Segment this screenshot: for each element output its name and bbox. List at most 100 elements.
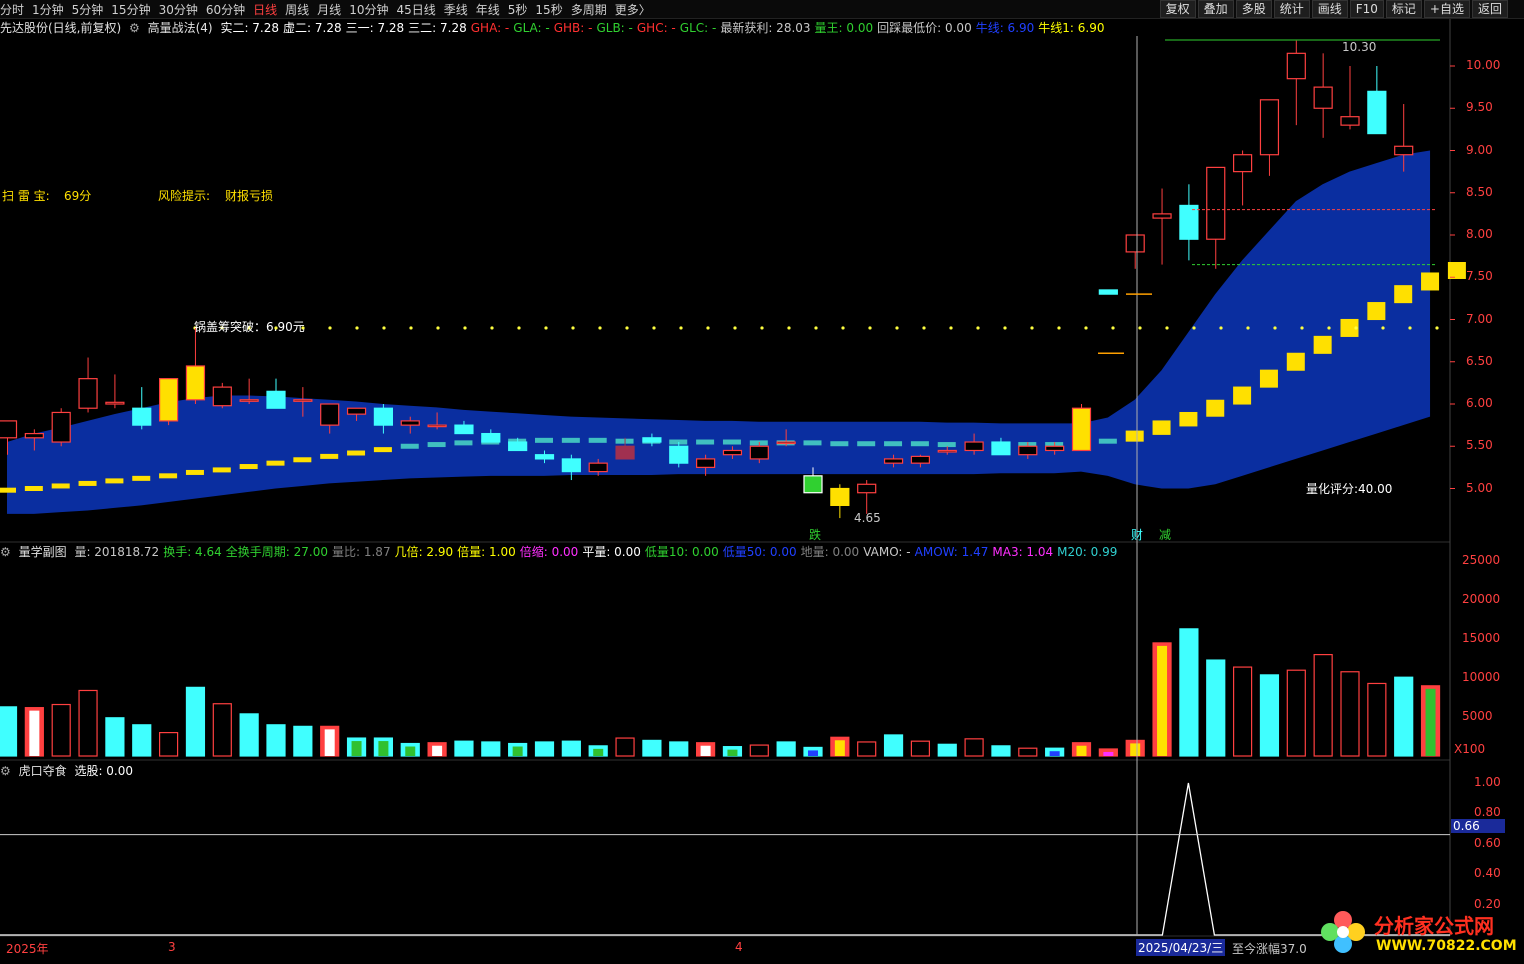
indicator-value: 低量10: 0.00: [644, 545, 719, 559]
volume-bar: [132, 724, 152, 757]
indicator-value: GLC: -: [679, 21, 717, 35]
breakout-dot: [355, 326, 359, 330]
toolbar-button[interactable]: 统计: [1273, 0, 1310, 18]
indicator-name[interactable]: 高量战法(4): [148, 21, 213, 35]
period-tab[interactable]: 多周期: [571, 3, 607, 17]
period-tab[interactable]: 1分钟: [32, 3, 64, 17]
volume-bar: [1394, 676, 1414, 757]
toolbar-button[interactable]: 叠加: [1197, 0, 1234, 18]
period-tab[interactable]: 月线: [317, 3, 341, 17]
toolbar-button[interactable]: 画线: [1311, 0, 1348, 18]
period-tab[interactable]: 更多〉: [615, 3, 651, 17]
period-tab[interactable]: 60分钟: [206, 3, 245, 17]
indicator-value: 实二: 7.28: [220, 21, 280, 35]
breakout-dot: [382, 326, 386, 330]
period-tab[interactable]: 5分钟: [72, 3, 104, 17]
bull-line-segment: [561, 437, 580, 443]
price-tick: 8.00: [1466, 227, 1493, 241]
candle-body: [1179, 204, 1199, 240]
settings-icon[interactable]: ⚙: [0, 545, 11, 559]
stock-title[interactable]: 先达股份(日线,前复权): [0, 21, 121, 35]
volume-bar: [776, 741, 796, 757]
period-tab[interactable]: 15分钟: [111, 3, 150, 17]
period-tab[interactable]: 季线: [444, 3, 468, 17]
scan-value: 69分: [64, 189, 92, 203]
indicator-value: 三一: 7.28: [345, 21, 405, 35]
candle-body: [78, 378, 98, 409]
volume-bar: [991, 745, 1011, 757]
candle-body: [1394, 145, 1414, 156]
toolbar-button[interactable]: F10: [1349, 0, 1384, 18]
bull-line-segment: [1206, 399, 1225, 417]
volume-unit: X100: [1454, 742, 1486, 756]
breakout-dot: [1219, 326, 1223, 330]
volume-tick: 5000: [1462, 709, 1493, 723]
toolbar-button[interactable]: 返回: [1471, 0, 1508, 18]
scan-label: 扫 雷 宝:: [2, 189, 50, 203]
period-tab[interactable]: 年线: [476, 3, 500, 17]
volume-bar: [1018, 747, 1038, 757]
breakout-dot: [544, 326, 548, 330]
candle-body: [159, 378, 179, 422]
bull-line-segment: [1259, 369, 1278, 388]
kline-chart[interactable]: [0, 0, 1524, 964]
bull-line-segment: [400, 443, 419, 449]
toolbar-button[interactable]: +自选: [1423, 0, 1470, 18]
period-tab[interactable]: 30分钟: [159, 3, 198, 17]
settings-icon[interactable]: ⚙: [129, 21, 140, 35]
volume-bar: [1340, 671, 1360, 757]
sub1-name[interactable]: 量学副图: [19, 545, 67, 559]
volume-bar: [937, 743, 957, 757]
volume-bar-inner: [432, 745, 443, 756]
breakout-dot: [1246, 326, 1250, 330]
price-tick: 7.00: [1466, 311, 1493, 326]
bull-line-segment: [1152, 420, 1171, 435]
candle-body: [776, 441, 796, 445]
period-tab[interactable]: 周线: [285, 3, 309, 17]
indicator-value: AMOW: 1.47: [914, 545, 989, 559]
candle-body: [320, 403, 340, 426]
indicator-value: 最新获利: 28.03: [720, 21, 811, 35]
period-tab[interactable]: 45日线: [396, 3, 435, 17]
period-tab[interactable]: 分时: [0, 3, 24, 17]
period-tab[interactable]: 日线: [253, 3, 277, 17]
sub2-name[interactable]: 虎口夺食: [19, 764, 67, 778]
volume-bar: [1313, 653, 1333, 757]
volume-bar-inner: [700, 745, 711, 756]
volume-tick: 10000: [1462, 670, 1501, 684]
bull-line-segment: [320, 453, 339, 459]
breakout-dot: [436, 326, 440, 330]
indicator-value: 三二: 7.28: [408, 21, 467, 35]
bull-line-segment: [266, 460, 285, 466]
breakout-dot: [976, 326, 980, 330]
toolbar-button[interactable]: 标记: [1385, 0, 1422, 18]
volume-bar: [534, 741, 555, 757]
flower-logo-icon: [1321, 911, 1365, 953]
volume-bar-inner: [1130, 743, 1141, 756]
candle-body: [991, 441, 1011, 456]
breakout-dot: [706, 326, 710, 330]
period-tab[interactable]: 10分钟: [349, 3, 388, 17]
candle-body: [1259, 99, 1280, 156]
toolbar-button[interactable]: 多股: [1235, 0, 1272, 18]
breakout-dot: [760, 326, 764, 330]
bull-line-segment: [427, 442, 446, 448]
xuangu-tick: 0.40: [1474, 866, 1501, 881]
volume-bars: [0, 628, 1441, 757]
candle-body: [1286, 52, 1306, 80]
candle-body: [51, 411, 71, 443]
settings-icon[interactable]: ⚙: [0, 764, 11, 778]
candle-body: [454, 424, 474, 435]
period-tab[interactable]: 15秒: [535, 3, 562, 17]
volume-bar-inner: [324, 729, 335, 756]
indicator-value: 全换手周期: 27.00: [225, 545, 328, 559]
bull-line-segment: [1447, 261, 1466, 279]
indicator-value: 低量50: 0.00: [722, 545, 797, 559]
month-4: 4: [735, 940, 743, 954]
toolbar-button[interactable]: 复权: [1159, 0, 1196, 18]
volume-bar: [266, 724, 286, 757]
volume-bar: [1286, 669, 1306, 757]
xuangu-line: [0, 782, 1450, 936]
period-tab[interactable]: 5秒: [508, 3, 528, 17]
bull-line-segment: [884, 441, 903, 447]
